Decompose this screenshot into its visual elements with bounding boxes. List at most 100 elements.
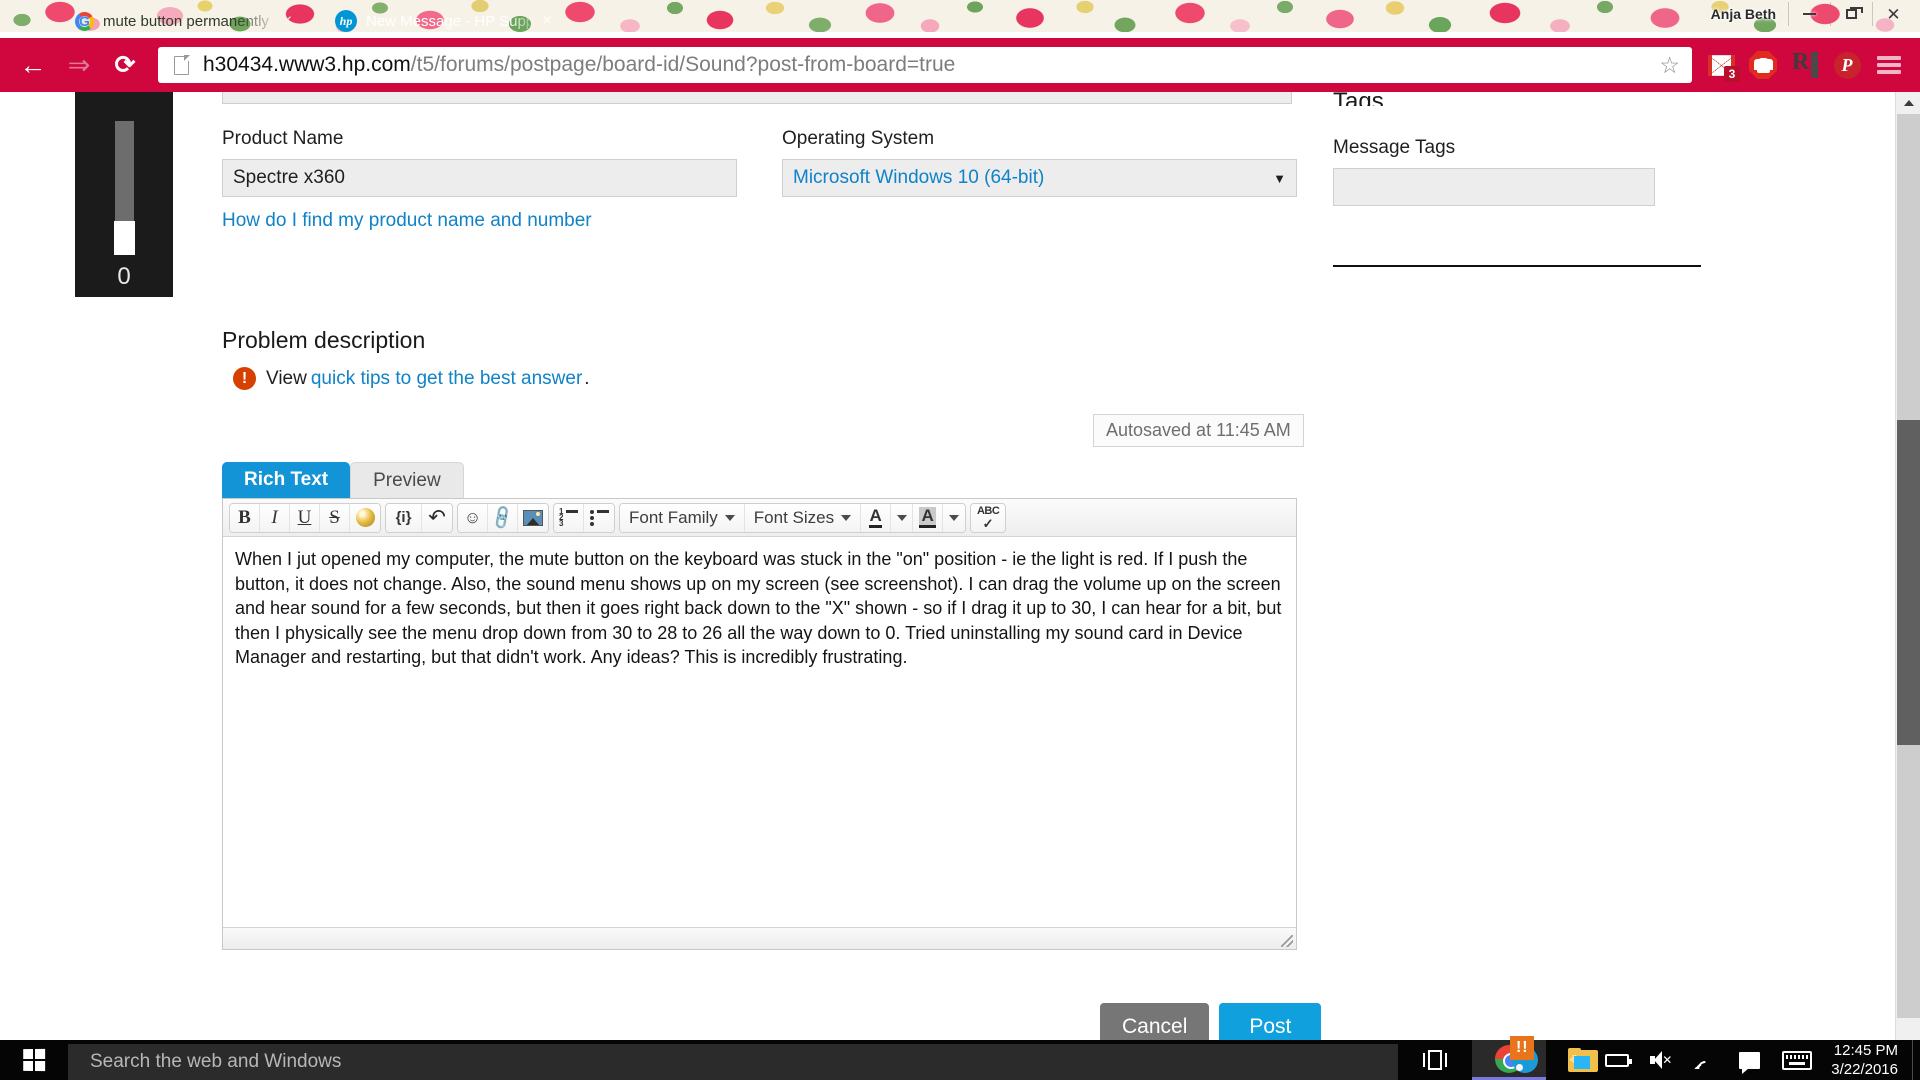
- close-icon[interactable]: ×: [543, 13, 552, 29]
- tags-panel: Tags Message Tags: [1333, 92, 1701, 267]
- chrome-browser-window: mute button permanently × New Message - …: [0, 0, 1920, 1040]
- volume-button[interactable]: ✕: [1639, 1040, 1683, 1080]
- scrollbar-track-upper[interactable]: [1897, 114, 1920, 420]
- link-icon: 🔗: [488, 503, 517, 531]
- close-window-button[interactable]: ✕: [1872, 2, 1914, 26]
- cancel-button[interactable]: Cancel: [1100, 1003, 1210, 1040]
- product-name-help-link[interactable]: How do I find my product name and number: [222, 210, 592, 232]
- address-bar[interactable]: h30434.www3.hp.com/t5/forums/postpage/bo…: [158, 47, 1692, 83]
- touch-keyboard-button[interactable]: [1771, 1040, 1823, 1080]
- window-controls: Anja Beth ✕: [1699, 1, 1914, 27]
- back-button[interactable]: ←: [10, 45, 56, 85]
- url-domain: h30434.www3.hp.com: [203, 53, 411, 76]
- pinterest-icon[interactable]: [1826, 44, 1868, 86]
- partial-field-above-fold[interactable]: [222, 92, 1292, 104]
- editor-toolbar: B I U S {i} ↶ ☺ 🔗 1 2 3 Font Family Font…: [223, 499, 1296, 537]
- back-arrow-icon: ←: [19, 49, 47, 80]
- browser-toolbar: ← ⇒ ⟳ h30434.www3.hp.com/t5/forums/postp…: [0, 38, 1920, 92]
- skype-tray-button[interactable]: !!: [1499, 1036, 1551, 1080]
- scroll-up-button[interactable]: [1896, 92, 1920, 114]
- tab-title: mute button permanently: [103, 12, 269, 30]
- volume-slider-track[interactable]: [113, 121, 135, 255]
- bookmark-star-icon[interactable]: ☆: [1659, 54, 1680, 77]
- chevron-down-icon: [841, 514, 852, 521]
- restore-button[interactable]: [1830, 2, 1872, 26]
- insert-link-button[interactable]: 🔗: [488, 503, 518, 532]
- font-family-select[interactable]: Font Family: [620, 503, 745, 532]
- media-group: ☺ 🔗: [457, 502, 549, 533]
- browser-tab-inactive[interactable]: mute button permanently ×: [52, 4, 302, 38]
- task-view-button[interactable]: [1398, 1040, 1472, 1080]
- background-color-dropdown[interactable]: [943, 503, 966, 532]
- page-scrollbar[interactable]: [1895, 92, 1920, 1040]
- notification-badge-icon: !!: [1510, 1036, 1535, 1060]
- post-button[interactable]: Post: [1219, 1003, 1322, 1040]
- scrollbar-track-lower[interactable]: [1897, 745, 1920, 1018]
- insert-image-button[interactable]: [518, 503, 548, 532]
- underline-icon: U: [297, 506, 312, 528]
- quick-tips-link[interactable]: quick tips to get the best answer: [311, 368, 582, 390]
- clock-time: 12:45 PM: [1833, 1042, 1898, 1059]
- operating-system-select[interactable]: Microsoft Windows 10 (64-bit) ▼: [782, 159, 1297, 197]
- bold-icon: B: [238, 506, 251, 528]
- insert-code-button[interactable]: {i}: [386, 503, 422, 532]
- tags-section-title: Tags: [1333, 92, 1384, 106]
- close-icon[interactable]: ×: [283, 13, 292, 29]
- volume-slider-thumb[interactable]: [113, 221, 135, 255]
- spellcheck-icon: ABC ✓: [976, 504, 1000, 530]
- page-info-icon[interactable]: [174, 55, 190, 75]
- tab-rich-text[interactable]: Rich Text: [222, 462, 351, 498]
- screen: mute button permanently × New Message - …: [0, 0, 1920, 1080]
- reload-button[interactable]: ⟳: [102, 45, 148, 85]
- underline-button[interactable]: U: [290, 503, 320, 532]
- keyboard-icon: [1782, 1050, 1813, 1070]
- product-name-input[interactable]: Spectre x360: [222, 159, 737, 197]
- italic-icon: I: [271, 506, 278, 528]
- resize-handle[interactable]: [1281, 935, 1293, 947]
- strikethrough-button[interactable]: S: [320, 503, 350, 532]
- action-center-icon: [1738, 1051, 1760, 1074]
- minimize-button[interactable]: [1788, 2, 1830, 26]
- italic-button[interactable]: I: [260, 503, 290, 532]
- background-color-button[interactable]: A: [913, 503, 944, 532]
- font-sizes-select[interactable]: Font Sizes: [744, 503, 862, 532]
- text-color-button[interactable]: A: [861, 503, 892, 532]
- highlight-button[interactable]: [350, 503, 380, 532]
- window-username: Anja Beth: [1710, 6, 1776, 22]
- page-viewport: Product Name Spectre x360 How do I find …: [0, 92, 1920, 1040]
- bold-button[interactable]: B: [230, 503, 260, 532]
- spellcheck-button[interactable]: ABC ✓: [971, 503, 1006, 532]
- spellcheck-top: ABC: [976, 504, 1000, 517]
- format-group: B I U S: [229, 502, 381, 533]
- forward-button[interactable]: ⇒: [56, 45, 102, 85]
- chrome-menu-icon[interactable]: [1868, 44, 1910, 86]
- scrollbar-thumb[interactable]: [1897, 420, 1920, 745]
- clock-date: 3/22/2016: [1831, 1061, 1898, 1078]
- battery-button[interactable]: [1595, 1040, 1639, 1080]
- numbered-list-button[interactable]: 123: [554, 503, 584, 532]
- tab-preview[interactable]: Preview: [350, 462, 464, 498]
- undo-button[interactable]: ↶: [422, 503, 452, 532]
- bulleted-list-button[interactable]: [584, 503, 614, 532]
- taskbar-clock[interactable]: 12:45 PM 3/22/2016: [1823, 1041, 1912, 1079]
- taskbar-search-input[interactable]: Search the web and Windows: [68, 1044, 1398, 1080]
- adblock-icon[interactable]: [1742, 44, 1784, 86]
- text-color-dropdown[interactable]: [891, 503, 914, 532]
- network-button[interactable]: [1683, 1040, 1727, 1080]
- rakuten-icon[interactable]: [1784, 44, 1826, 86]
- action-center-button[interactable]: [1727, 1040, 1771, 1080]
- gmail-icon[interactable]: 3: [1700, 44, 1742, 86]
- windows-logo-icon: [23, 1048, 46, 1072]
- task-view-icon: [1423, 1050, 1447, 1070]
- browser-tab-active[interactable]: New Message - HP Suppo ×: [312, 4, 562, 38]
- emoticon-button[interactable]: ☺: [458, 503, 488, 532]
- color-ball-icon: [355, 508, 375, 527]
- message-body-textarea[interactable]: When I jut opened my computer, the mute …: [223, 537, 1296, 927]
- numbered-list-icon: 123: [559, 507, 578, 528]
- message-tags-input[interactable]: [1333, 168, 1655, 206]
- start-button[interactable]: [0, 1040, 68, 1080]
- system-tray: !! ⱏ ✕ 12:45 PM 3/22/2016: [1499, 1036, 1920, 1080]
- problem-description-heading: Problem description: [222, 327, 426, 353]
- volume-osd-overlay[interactable]: 0: [75, 92, 173, 297]
- show-desktop-button[interactable]: [1912, 1040, 1920, 1080]
